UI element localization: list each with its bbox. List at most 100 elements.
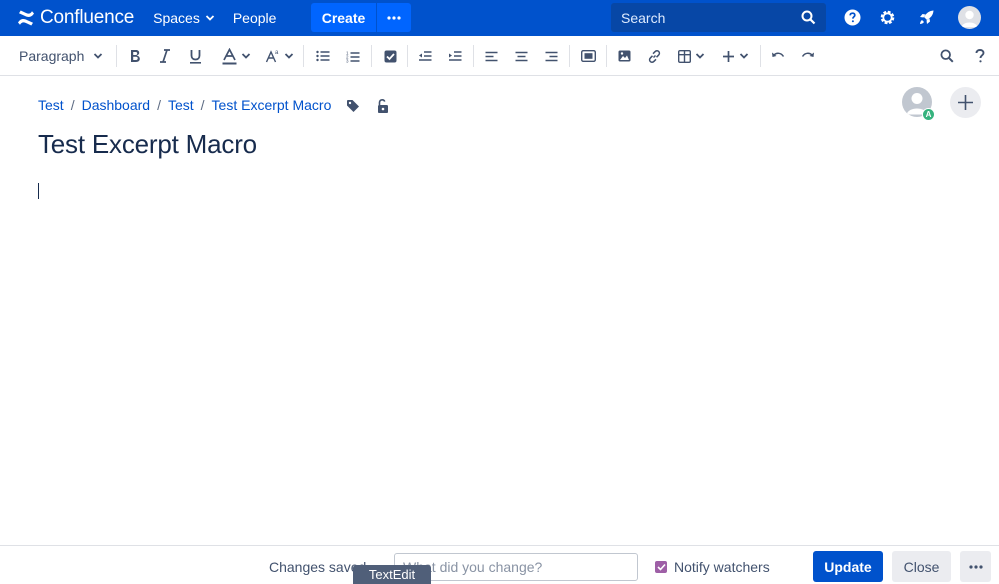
- toolbar-divider: [473, 45, 474, 67]
- indent-icon: [449, 51, 462, 61]
- align-left-icon: [485, 51, 497, 61]
- chevron-down-icon: [739, 53, 748, 59]
- toolbar-divider: [606, 45, 607, 67]
- align-right-icon: [545, 51, 557, 61]
- text-color-icon: [222, 47, 236, 64]
- paragraph-style-label: Paragraph: [19, 48, 85, 64]
- search-placeholder: Search: [621, 9, 666, 26]
- insert-more-dropdown[interactable]: [717, 44, 753, 68]
- bullet-list-button[interactable]: [312, 44, 334, 68]
- more-horizontal-icon: [387, 15, 401, 20]
- italic-icon: [160, 49, 170, 63]
- more-horizontal-icon: [968, 564, 983, 569]
- plus-icon: [958, 95, 973, 110]
- page-layout-button[interactable]: [577, 44, 599, 68]
- align-center-button[interactable]: [510, 44, 532, 68]
- more-formatting-dropdown[interactable]: a: [262, 44, 296, 68]
- toolbar-divider: [116, 45, 117, 67]
- chevron-down-icon: [284, 53, 293, 59]
- user-avatar[interactable]: [958, 6, 981, 29]
- svg-text:3: 3: [346, 58, 349, 63]
- paragraph-style-dropdown[interactable]: Paragraph: [14, 44, 108, 68]
- more-options-button[interactable]: [960, 551, 991, 582]
- breadcrumb-separator: /: [157, 97, 161, 113]
- plus-icon: [722, 50, 734, 62]
- create-button[interactable]: Create: [311, 3, 376, 32]
- update-button[interactable]: Update: [813, 551, 883, 582]
- toolbar-divider: [303, 45, 304, 67]
- label-tag-icon[interactable]: [345, 98, 361, 114]
- chevron-down-icon: [241, 53, 250, 59]
- spaces-menu[interactable]: Spaces: [153, 0, 215, 36]
- toolbar-divider: [371, 45, 372, 67]
- breadcrumb-item[interactable]: Test Excerpt Macro: [212, 97, 332, 113]
- spaces-label: Spaces: [153, 10, 200, 26]
- add-collaborator-button[interactable]: [950, 87, 981, 118]
- breadcrumb-separator: /: [70, 97, 75, 113]
- bold-button[interactable]: [124, 44, 146, 68]
- undo-button[interactable]: [767, 44, 789, 68]
- search-input[interactable]: Search: [611, 3, 826, 32]
- question-mark-icon: [975, 49, 985, 63]
- toolbar-divider: [407, 45, 408, 67]
- redo-icon: [801, 52, 814, 57]
- redo-button[interactable]: [797, 44, 819, 68]
- notify-watchers-checkbox[interactable]: [655, 561, 667, 573]
- search-icon: [801, 10, 816, 25]
- align-center-icon: [515, 51, 527, 61]
- indent-button[interactable]: [444, 44, 466, 68]
- numbered-list-icon: 123: [346, 50, 360, 63]
- checkbox-icon: [384, 50, 396, 62]
- undo-icon: [772, 52, 785, 57]
- toolbar-divider: [569, 45, 570, 67]
- checkmark-icon: [656, 563, 666, 571]
- confluence-logo-icon: [18, 10, 34, 26]
- layout-icon: [580, 50, 596, 62]
- task-list-button[interactable]: [379, 44, 401, 68]
- underline-button[interactable]: [184, 44, 206, 68]
- search-icon: [940, 49, 954, 63]
- textedit-tooltip: TextEdit: [353, 565, 431, 584]
- link-icon: [648, 49, 660, 63]
- page-title[interactable]: Test Excerpt Macro: [38, 129, 257, 160]
- image-icon: [618, 50, 630, 62]
- create-more-button[interactable]: [377, 3, 411, 32]
- align-left-button[interactable]: [480, 44, 502, 68]
- underline-icon: [189, 49, 201, 64]
- chevron-down-icon: [94, 53, 103, 59]
- collaborator-badge: A: [922, 108, 935, 121]
- editor-help-button[interactable]: [969, 44, 991, 68]
- breadcrumb-item[interactable]: Dashboard: [82, 97, 151, 113]
- user-icon: [961, 10, 978, 27]
- numbered-list-button[interactable]: 123: [342, 44, 364, 68]
- toolbar-divider: [760, 45, 761, 67]
- insert-link-button[interactable]: [643, 44, 665, 68]
- editor-footer: Changes saved Notify watchers Update Clo…: [0, 545, 999, 584]
- settings-icon[interactable]: [878, 8, 897, 27]
- people-link[interactable]: People: [233, 0, 277, 36]
- breadcrumb-item[interactable]: Test: [38, 97, 64, 113]
- breadcrumb-item[interactable]: Test: [168, 97, 194, 113]
- confluence-logo[interactable]: Confluence: [17, 0, 134, 36]
- chevron-down-icon: [205, 15, 214, 21]
- insert-table-dropdown[interactable]: [673, 44, 709, 68]
- align-right-button[interactable]: [540, 44, 562, 68]
- breadcrumb: Test / Dashboard / Test / Test Excerpt M…: [38, 97, 331, 113]
- svg-text:a: a: [275, 50, 279, 56]
- breadcrumb-separator: /: [200, 97, 205, 113]
- outdent-button[interactable]: [414, 44, 436, 68]
- insert-image-button[interactable]: [613, 44, 635, 68]
- close-button[interactable]: Close: [892, 551, 951, 582]
- help-icon[interactable]: [843, 8, 862, 27]
- italic-button[interactable]: [154, 44, 176, 68]
- changes-saved-status: Changes saved: [269, 559, 367, 575]
- notify-watchers-label[interactable]: Notify watchers: [674, 559, 770, 575]
- notification-rocket-icon[interactable]: [917, 8, 936, 27]
- text-color-dropdown[interactable]: [218, 44, 254, 68]
- outdent-icon: [419, 51, 432, 61]
- chevron-down-icon: [695, 53, 704, 59]
- unlock-restrictions-icon[interactable]: [375, 98, 391, 114]
- people-label: People: [232, 10, 277, 26]
- find-replace-button[interactable]: [936, 44, 958, 68]
- bold-icon: [131, 50, 140, 62]
